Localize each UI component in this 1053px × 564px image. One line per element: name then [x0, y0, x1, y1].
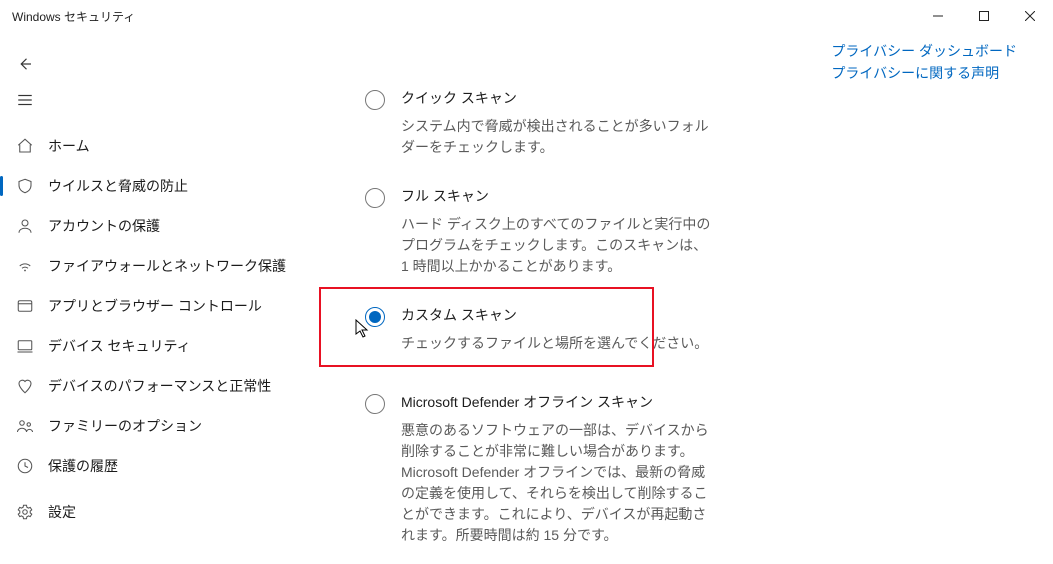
sidebar-item-label: ホーム [48, 136, 90, 156]
sidebar-item-label: 保護の履歴 [48, 456, 118, 476]
device-icon [16, 337, 34, 355]
option-title: クイック スキャン [401, 88, 711, 108]
privacy-statement-link[interactable]: プライバシーに関する声明 [831, 62, 1017, 84]
close-icon [1025, 11, 1035, 21]
sidebar-item-firewall[interactable]: ファイアウォールとネットワーク保護 [0, 246, 324, 286]
option-desc: ハード ディスク上のすべてのファイルと実行中のプログラムをチェックします。このス… [401, 214, 711, 277]
family-icon [16, 417, 34, 435]
option-desc: チェックするファイルと場所を選んでください。 [401, 333, 708, 354]
sidebar: ホーム ウイルスと脅威の防止 アカウントの保護 ファイアウォールとネットワーク保… [0, 32, 325, 538]
sidebar-item-settings[interactable]: 設定 [0, 492, 324, 532]
sidebar-item-history[interactable]: 保護の履歴 [0, 446, 324, 486]
close-button[interactable] [1007, 0, 1053, 32]
sidebar-item-family[interactable]: ファミリーのオプション [0, 406, 324, 446]
sidebar-item-label: アプリとブラウザー コントロール [48, 296, 262, 316]
health-icon [16, 377, 34, 395]
option-desc: システム内で脅威が検出されることが多いフォルダーをチェックします。 [401, 116, 711, 158]
window-controls [915, 0, 1053, 32]
back-arrow-icon [16, 55, 34, 73]
titlebar: Windows セキュリティ [0, 0, 1053, 32]
option-title: カスタム スキャン [401, 305, 708, 325]
back-button[interactable] [0, 46, 324, 82]
sidebar-item-virus-threat[interactable]: ウイルスと脅威の防止 [0, 166, 324, 206]
maximize-button[interactable] [961, 0, 1007, 32]
sidebar-item-label: デバイスのパフォーマンスと正常性 [48, 376, 271, 396]
sidebar-item-label: アカウントの保護 [48, 216, 160, 236]
sidebar-item-label: 設定 [48, 502, 76, 522]
option-quick-scan[interactable]: クイック スキャン システム内で脅威が検出されることが多いフォルダーをチェックし… [365, 78, 725, 176]
account-icon [16, 217, 34, 235]
option-custom-scan[interactable]: カスタム スキャン チェックするファイルと場所を選んでください。 [365, 295, 725, 382]
sidebar-item-home[interactable]: ホーム [0, 126, 324, 166]
option-full-scan[interactable]: フル スキャン ハード ディスク上のすべてのファイルと実行中のプログラムをチェッ… [365, 176, 725, 295]
sidebar-item-app-browser[interactable]: アプリとブラウザー コントロール [0, 286, 324, 326]
radio-offline-scan[interactable] [365, 394, 385, 414]
app-icon [16, 297, 34, 315]
maximize-icon [979, 11, 989, 21]
window-title: Windows セキュリティ [12, 8, 135, 25]
content: プライバシー ダッシュボード プライバシーに関する声明 クイック スキャン シス… [325, 32, 1053, 538]
sidebar-item-label: ウイルスと脅威の防止 [48, 176, 188, 196]
radio-custom-scan[interactable] [365, 307, 385, 327]
shield-icon [16, 177, 34, 195]
privacy-dashboard-link[interactable]: プライバシー ダッシュボード [831, 40, 1017, 62]
home-icon [16, 137, 34, 155]
option-desc: 悪意のあるソフトウェアの一部は、デバイスから削除することが非常に難しい場合があり… [401, 420, 711, 546]
gear-icon [16, 503, 34, 521]
minimize-button[interactable] [915, 0, 961, 32]
privacy-links: プライバシー ダッシュボード プライバシーに関する声明 [831, 40, 1017, 84]
hamburger-icon [16, 91, 34, 109]
sidebar-item-device-security[interactable]: デバイス セキュリティ [0, 326, 324, 366]
sidebar-item-device-health[interactable]: デバイスのパフォーマンスと正常性 [0, 366, 324, 406]
history-icon [16, 457, 34, 475]
option-title: Microsoft Defender オフライン スキャン [401, 392, 711, 412]
sidebar-item-account[interactable]: アカウントの保護 [0, 206, 324, 246]
wifi-icon [16, 257, 34, 275]
option-title: フル スキャン [401, 186, 711, 206]
radio-quick-scan[interactable] [365, 90, 385, 110]
sidebar-item-label: デバイス セキュリティ [48, 336, 191, 356]
option-offline-scan[interactable]: Microsoft Defender オフライン スキャン 悪意のあるソフトウェ… [365, 382, 725, 564]
menu-button[interactable] [0, 82, 324, 118]
minimize-icon [933, 11, 943, 21]
sidebar-item-label: ファミリーのオプション [48, 416, 202, 436]
sidebar-item-label: ファイアウォールとネットワーク保護 [48, 256, 286, 276]
radio-full-scan[interactable] [365, 188, 385, 208]
